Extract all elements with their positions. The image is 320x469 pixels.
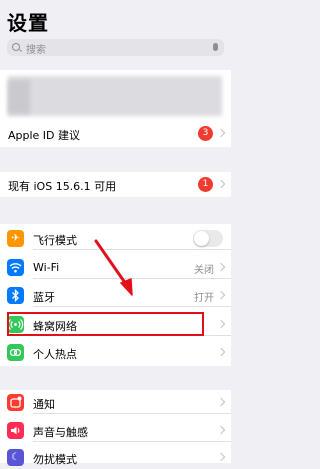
annotation-arrow bbox=[94, 239, 133, 296]
cellular-highlight-box bbox=[7, 312, 204, 336]
